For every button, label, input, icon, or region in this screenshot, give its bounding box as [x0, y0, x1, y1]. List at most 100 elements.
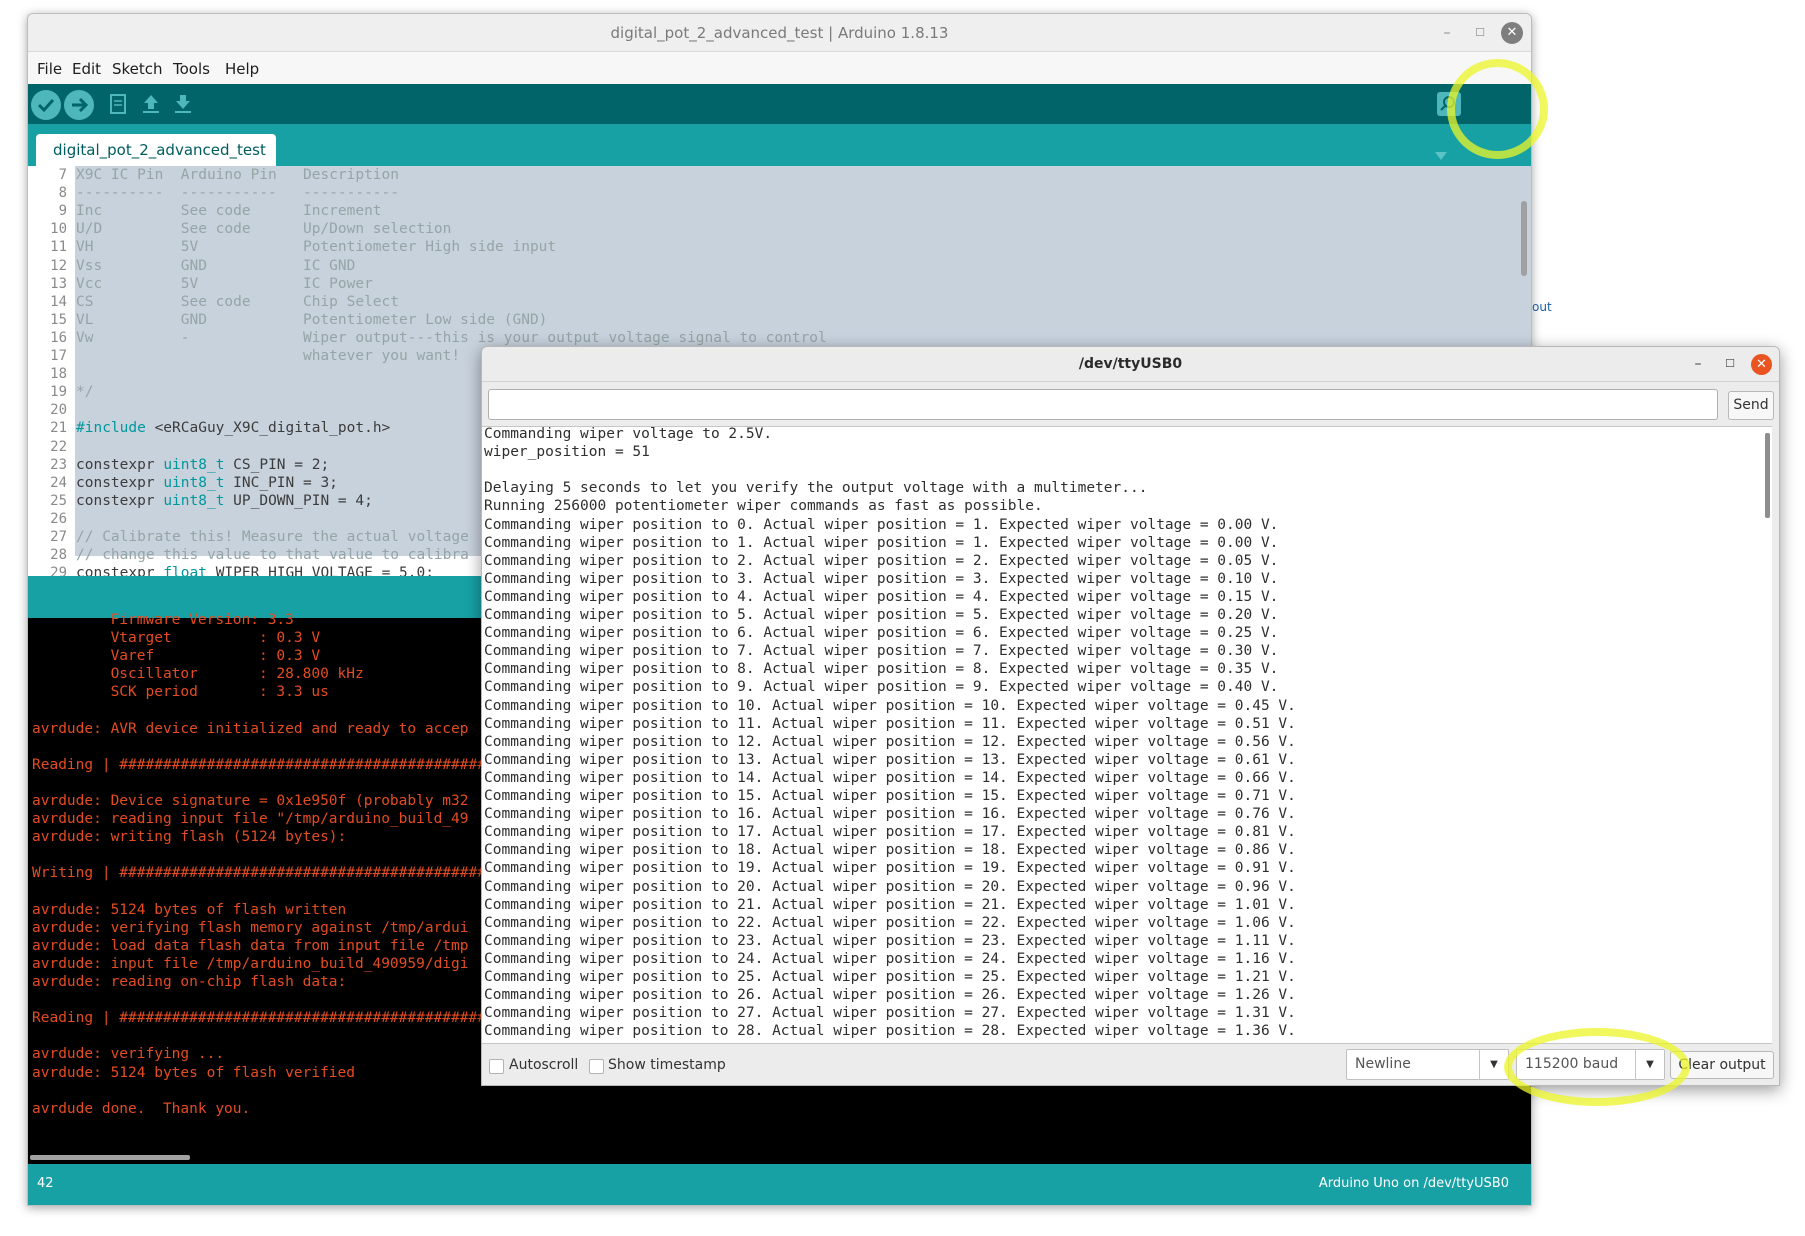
console-line: avrdude: reading on-chip flash data:: [32, 974, 347, 990]
menu-edit[interactable]: Edit: [72, 60, 101, 78]
line-number: 28: [50, 547, 67, 564]
close-icon[interactable]: ✕: [1751, 354, 1772, 375]
code-line: U/D See code Up/Down selection: [76, 221, 452, 238]
menu-help[interactable]: Help: [225, 60, 259, 78]
upload-button[interactable]: [64, 90, 94, 120]
highlight-baud-rate: [1504, 1028, 1690, 1106]
console-line: avrdude: Device signature = 0x1e950f (pr…: [32, 793, 469, 809]
serial-output-line: Commanding wiper position to 18. Actual …: [484, 842, 1296, 859]
line-number: 21: [50, 420, 67, 437]
line-number: 19: [50, 384, 67, 401]
console-line: Vtarget : 0.3 V: [32, 630, 321, 647]
editor-scrollbar[interactable]: [1521, 201, 1527, 276]
tab-menu-icon[interactable]: [1433, 150, 1449, 162]
close-icon[interactable]: ✕: [1501, 22, 1523, 44]
code-line: Vw - Wiper output---this is your output …: [76, 329, 827, 346]
menu-file[interactable]: File: [37, 60, 62, 78]
serial-output-line: Commanding wiper position to 14. Actual …: [484, 769, 1296, 786]
line-number: 24: [50, 474, 67, 491]
code-line: Vcc 5V IC Power: [76, 275, 373, 292]
serial-output-line: Commanding wiper position to 16. Actual …: [484, 806, 1296, 823]
check-icon: [37, 98, 55, 113]
minimize-icon[interactable]: –: [1436, 22, 1458, 44]
serial-output-line: Commanding wiper position to 5. Actual w…: [484, 607, 1279, 623]
send-button[interactable]: Send: [1728, 391, 1774, 420]
serial-output-line: Commanding wiper position to 22. Actual …: [484, 914, 1296, 931]
serial-output-line: Commanding wiper position to 6. Actual w…: [484, 625, 1279, 642]
serial-output-line: wiper_position = 51: [484, 444, 650, 461]
console-line: avrdude: 5124 bytes of flash verified: [32, 1064, 356, 1081]
serial-output-line: Running 256000 potentiometer wiper comma…: [484, 498, 1043, 515]
line-number: 25: [50, 492, 67, 509]
line-number: 22: [50, 438, 67, 455]
serial-output-line: Commanding wiper position to 28. Actual …: [484, 1023, 1296, 1040]
line-number: 20: [50, 402, 67, 419]
autoscroll-checkbox[interactable]: [489, 1059, 504, 1074]
maximize-icon[interactable]: ☐: [1469, 22, 1491, 44]
line-number: 16: [50, 329, 67, 346]
background-window-text: out: [1532, 300, 1552, 314]
serial-output-line: Commanding wiper position to 2. Actual w…: [484, 552, 1279, 569]
serial-output-line: Commanding wiper voltage to 2.5V.: [484, 426, 773, 442]
status-bar: 42 Arduino Uno on /dev/ttyUSB0: [28, 1164, 1531, 1205]
line-number: 18: [50, 366, 67, 383]
code-line: constexpr uint8_t UP_DOWN_PIN = 4;: [76, 492, 373, 509]
serial-output-line: Commanding wiper position to 1. Actual w…: [484, 534, 1279, 551]
timestamp-checkbox[interactable]: [589, 1059, 604, 1074]
line-number: 15: [50, 311, 67, 328]
menu-sketch[interactable]: Sketch: [112, 60, 163, 78]
serial-output-scrollbar[interactable]: [1765, 433, 1770, 518]
serial-output-line: Commanding wiper position to 26. Actual …: [484, 987, 1296, 1004]
menu-tools[interactable]: Tools: [173, 60, 210, 78]
code-line: CS See code Chip Select: [76, 293, 400, 310]
console-line: Reading | ##############################…: [32, 1010, 539, 1027]
code-line: ---------- ----------- -----------: [76, 185, 400, 202]
line-number: 27: [50, 529, 67, 545]
minimize-icon[interactable]: –: [1687, 353, 1709, 375]
line-ending-select[interactable]: Newline ▼: [1346, 1049, 1509, 1080]
open-button[interactable]: [138, 91, 164, 117]
code-line: VL GND Potentiometer Low side (GND): [76, 311, 548, 328]
line-number: 17: [50, 348, 67, 364]
code-line: */: [76, 384, 94, 401]
tab-sketch[interactable]: digital_pot_2_advanced_test: [36, 134, 276, 166]
serial-output-line: Delaying 5 seconds to let you verify the…: [484, 480, 1148, 497]
line-number: 23: [50, 456, 67, 473]
code-line: // change this value to that value to ca…: [76, 547, 469, 564]
serial-output-line: Commanding wiper position to 23. Actual …: [484, 932, 1296, 949]
line-number: 26: [50, 510, 67, 527]
serial-input-field[interactable]: [488, 389, 1718, 420]
serial-output-line: Commanding wiper position to 8. Actual w…: [484, 661, 1279, 678]
console-line: Firmware Version: 3.3: [32, 612, 294, 628]
new-button[interactable]: [105, 91, 131, 117]
serial-output-line: Commanding wiper position to 0. Actual w…: [484, 516, 1279, 533]
ide-window-title: digital_pot_2_advanced_test | Arduino 1.…: [610, 24, 949, 42]
serial-output-line: Commanding wiper position to 4. Actual w…: [484, 588, 1279, 605]
code-line: // Calibrate this! Measure the actual vo…: [76, 529, 469, 545]
highlight-serial-monitor-button: [1447, 59, 1548, 159]
console-scrollbar[interactable]: [30, 1155, 190, 1160]
code-line: Inc See code Increment: [76, 203, 382, 220]
board-port-status: Arduino Uno on /dev/ttyUSB0: [1318, 1176, 1509, 1191]
maximize-icon[interactable]: ☐: [1719, 353, 1741, 375]
serial-output-line: Commanding wiper position to 24. Actual …: [484, 950, 1296, 967]
line-number: 13: [50, 275, 67, 292]
save-button[interactable]: [170, 91, 196, 117]
serial-output-line: Commanding wiper position to 19. Actual …: [484, 860, 1296, 877]
code-line: whatever you want!: [76, 348, 461, 364]
new-file-icon: [110, 94, 126, 114]
code-line: #include <eRCaGuy_X9C_digital_pot.h>: [76, 420, 391, 437]
verify-button[interactable]: [31, 90, 61, 120]
serial-monitor-window: /dev/ttyUSB0 – ☐ ✕ Send Commanding wiper…: [481, 346, 1780, 1086]
arrow-right-icon: [72, 97, 89, 113]
menu-bar: File Edit Sketch Tools Help: [28, 52, 1531, 84]
line-number: 8: [58, 185, 67, 202]
line-ending-value: Newline: [1355, 1056, 1411, 1072]
serial-output-line: Commanding wiper position to 9. Actual w…: [484, 679, 1279, 696]
serial-output: Commanding wiper voltage to 2.5V. wiper_p…: [482, 426, 1772, 1044]
console-line: avrdude: reading input file "/tmp/arduin…: [32, 811, 469, 828]
serial-output-line: Commanding wiper position to 11. Actual …: [484, 715, 1296, 732]
serial-output-line: Commanding wiper position to 15. Actual …: [484, 788, 1296, 804]
serial-output-line: Commanding wiper position to 25. Actual …: [484, 969, 1296, 985]
line-number: 7: [58, 167, 67, 183]
